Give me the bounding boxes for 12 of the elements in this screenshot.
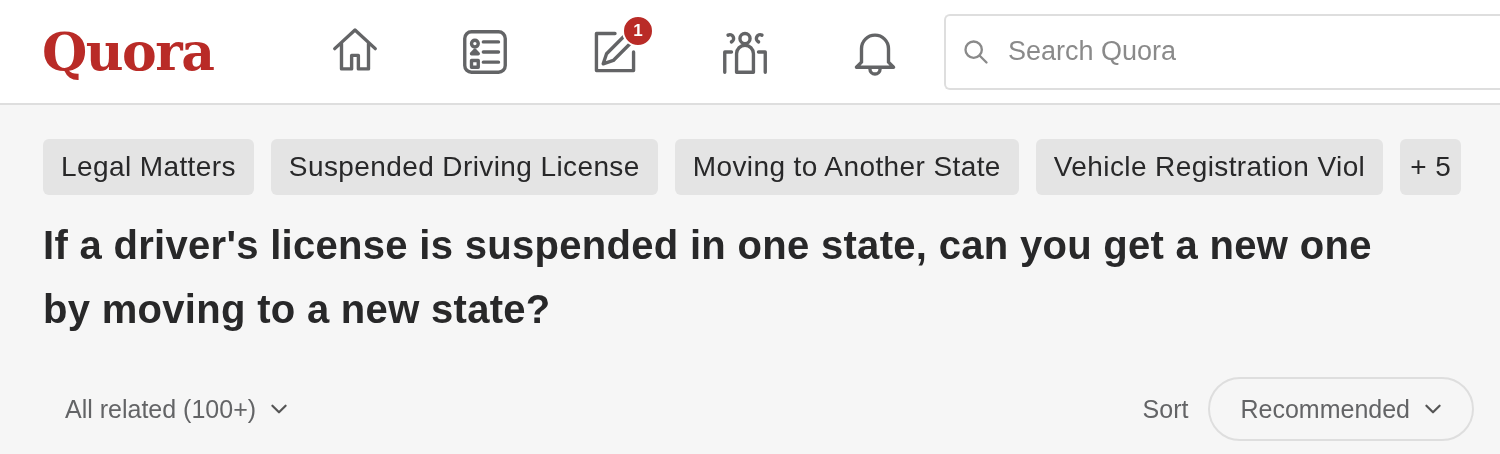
topic-tag[interactable]: Legal Matters xyxy=(43,139,254,195)
topic-tag[interactable]: Vehicle Registration Viol xyxy=(1035,139,1384,195)
sort-dropdown[interactable]: Recommended xyxy=(1208,377,1474,441)
filter-dropdown[interactable]: All related (100+) xyxy=(43,394,313,424)
logo[interactable]: Quora xyxy=(42,21,272,82)
notification-count: 1 xyxy=(622,14,654,47)
sort-label: Sort xyxy=(1142,394,1189,424)
search-field[interactable]: Search Quora xyxy=(944,13,1500,90)
more-topics-tag[interactable]: + 5 xyxy=(1400,139,1462,195)
question-title: If a driver's license is suspended in one state, can you get a new one by moving to a new state? xyxy=(43,222,1373,333)
topic-tag[interactable]: Suspended Driving License xyxy=(270,139,658,195)
topic-tag[interactable]: Moving to Another State xyxy=(674,139,1019,195)
